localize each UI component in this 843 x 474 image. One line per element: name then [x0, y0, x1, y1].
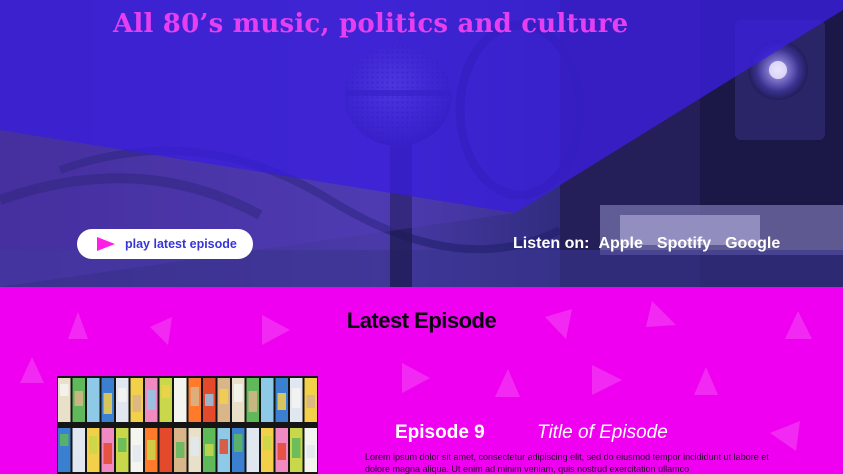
episode-number: Episode 9: [395, 422, 485, 443]
spotify-link[interactable]: Spotify: [657, 235, 711, 253]
episode-description: Lorem ipsum dolor sit amet, consectetur …: [365, 452, 769, 474]
cassette-tapes-image: [57, 376, 318, 474]
latest-episode-section: Latest Episode Episode 9 Title of Episod…: [0, 287, 843, 474]
play-icon: [97, 237, 115, 251]
apple-podcasts-link[interactable]: Apple: [598, 235, 642, 253]
listen-on-label: Listen on:: [513, 235, 590, 252]
hero-banner: All 80’s music, politics and culture pla…: [0, 0, 843, 287]
google-podcasts-link[interactable]: Google: [725, 235, 780, 253]
episode-cover-image[interactable]: [57, 376, 318, 474]
play-latest-episode-label: play latest episode: [125, 237, 237, 251]
play-latest-episode-button[interactable]: play latest episode: [77, 229, 253, 259]
latest-episode-heading: Latest Episode: [346, 308, 497, 333]
site-tagline: All 80’s music, politics and culture: [113, 9, 629, 39]
episode-title: Title of Episode: [537, 422, 668, 443]
listen-on-links: Listen on: Apple Spotify Google: [513, 235, 794, 253]
